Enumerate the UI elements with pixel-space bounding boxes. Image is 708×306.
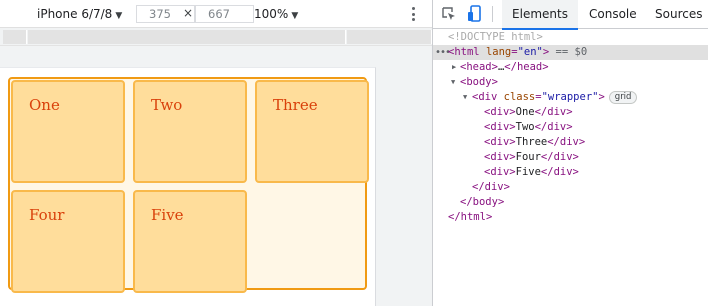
tag-name: div (547, 121, 567, 133)
tag-name: div (478, 91, 498, 103)
device-select[interactable]: iPhone 6/7/8 ▼ (37, 6, 122, 22)
tag-name: div (484, 181, 504, 193)
device-toolbar: iPhone 6/7/8 ▼ 375 × 667 100% ▼ (0, 0, 432, 28)
collapse-triangle-icon[interactable]: ▼ (463, 90, 467, 105)
node-text: Three (515, 136, 548, 148)
dom-node-child[interactable]: <div>Three</div> (433, 135, 708, 150)
viewport-height-input[interactable]: 667 (195, 5, 254, 23)
tag-name: div (490, 121, 510, 133)
devtools-panel: Elements Console Sources <!DOCTYPE html>… (432, 0, 708, 306)
dom-node-wrapper-close[interactable]: </div> (433, 180, 708, 195)
devtools-tabbar: Elements Console Sources (433, 0, 708, 30)
dom-node-child[interactable]: <div>One</div> (433, 105, 708, 120)
ruler-segment[interactable] (3, 30, 27, 44)
tag-name: div (559, 136, 579, 148)
dom-node-wrapper[interactable]: ▼ <div class="wrapper"> grid (433, 90, 708, 105)
tag-name: div (490, 166, 510, 178)
tag-name: html (460, 211, 486, 223)
tab-separator (492, 6, 493, 22)
tag-name: body (472, 196, 498, 208)
grid-item-one: One (11, 80, 125, 183)
tag-name: div (490, 151, 510, 163)
tag-name: div (553, 151, 573, 163)
grid-item-two: Two (133, 80, 247, 183)
device-emulation-pane: iPhone 6/7/8 ▼ 375 × 667 100% ▼ One Two Th… (0, 0, 432, 306)
caret-down-icon: ▼ (291, 11, 299, 21)
ruler-segment[interactable] (28, 30, 346, 44)
grid-badge[interactable]: grid (608, 91, 638, 104)
grid-wrapper: One Two Three Four Five (8, 77, 369, 293)
attr-name: lang (485, 46, 512, 58)
dom-node-html[interactable]: ••• <html lang="en"> == $0 (433, 45, 708, 60)
tag-name: body (466, 76, 492, 88)
node-text: Two (515, 121, 535, 133)
tag-name: div (490, 136, 510, 148)
tag-name: div (553, 166, 573, 178)
inspect-element-icon[interactable] (441, 6, 457, 22)
tab-console[interactable]: Console (589, 0, 637, 29)
zoom-value: 100% (254, 7, 289, 21)
selected-node-marker: == $0 (555, 46, 588, 58)
attr-name: class (503, 91, 536, 103)
grid-item-three: Three (255, 80, 369, 183)
dom-node-html-close[interactable]: </html> (433, 210, 708, 225)
dom-node-child[interactable]: <div>Four</div> (433, 150, 708, 165)
tab-sources[interactable]: Sources (655, 0, 702, 29)
tab-elements[interactable]: Elements (502, 0, 578, 30)
device-toolbar-toggle-icon[interactable] (467, 5, 483, 23)
tag-name: div (547, 106, 567, 118)
tag-name: head (516, 61, 543, 73)
dom-node-head[interactable]: ▶ <head>…</head> (433, 60, 708, 75)
collapse-triangle-icon[interactable]: ▼ (451, 75, 455, 90)
caret-down-icon: ▼ (115, 11, 123, 21)
tag-name: head (466, 61, 492, 73)
attr-value: "wrapper" (541, 91, 599, 103)
dom-node-body-close[interactable]: </body> (433, 195, 708, 210)
zoom-select[interactable]: 100% ▼ (254, 6, 298, 22)
tag-name: html (454, 46, 480, 58)
dom-node-doctype[interactable]: <!DOCTYPE html> (433, 30, 708, 45)
tag-name: div (490, 106, 510, 118)
node-text: Four (515, 151, 541, 163)
more-options-icon[interactable] (407, 5, 419, 23)
grid-item-five: Five (133, 190, 247, 293)
attr-value: "en" (517, 46, 543, 58)
ruler-segment[interactable] (347, 30, 432, 44)
dimension-separator: × (183, 6, 194, 20)
device-name: iPhone 6/7/8 (37, 7, 113, 21)
dom-node-child[interactable]: <div>Five</div> (433, 165, 708, 180)
node-text: One (515, 106, 535, 118)
expand-triangle-icon[interactable]: ▶ (452, 60, 456, 75)
dom-node-child[interactable]: <div>Two</div> (433, 120, 708, 135)
grid-item-four: Four (11, 190, 125, 293)
dom-node-body[interactable]: ▼ <body> (433, 75, 708, 90)
doctype-text: <!DOCTYPE html> (448, 31, 543, 43)
media-query-ruler[interactable] (0, 28, 432, 46)
dom-tree: <!DOCTYPE html> ••• <html lang="en"> == … (433, 29, 708, 306)
node-text: Five (515, 166, 541, 178)
